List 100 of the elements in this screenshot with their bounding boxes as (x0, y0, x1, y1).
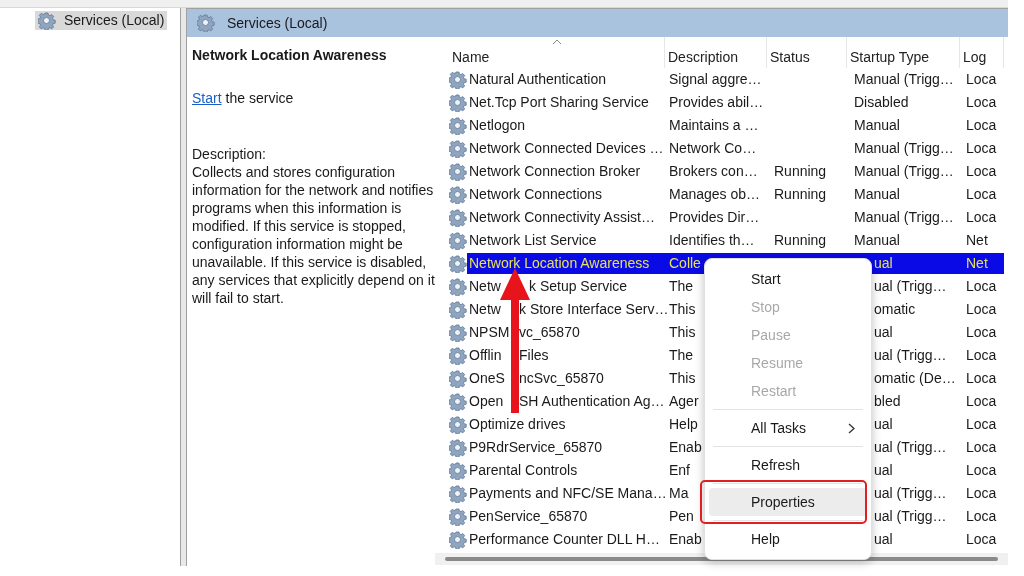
table-cell: The (669, 347, 694, 363)
service-name[interactable]: Network Location Awareness (467, 253, 665, 274)
table-cell: ual (Trigg… (874, 485, 947, 501)
service-name[interactable]: Network Connected Devices … (467, 138, 664, 159)
column-header[interactable]: Startup Type (847, 37, 960, 68)
table-cell: ual (874, 531, 893, 547)
gear-icon (38, 11, 56, 30)
menu-item[interactable]: All Tasks (709, 414, 867, 442)
chevron-right-icon (848, 422, 855, 434)
menu-item[interactable]: Properties (709, 488, 867, 516)
gear-icon (449, 530, 467, 549)
service-name[interactable]: Optimize drives (467, 414, 566, 435)
gear-icon (449, 415, 467, 434)
service-name[interactable]: Netw (469, 278, 501, 294)
table-cell: Manual (854, 186, 900, 202)
service-name[interactable]: Network List Service (467, 230, 597, 251)
service-name[interactable]: Net.Tcp Port Sharing Service (467, 92, 649, 113)
column-header[interactable]: Status (767, 37, 847, 68)
menu-item[interactable]: Start (709, 265, 867, 293)
tree-item[interactable]: Services (Local) (35, 11, 168, 30)
table-cell: Loca (966, 347, 997, 363)
column-header[interactable]: Log (960, 37, 1004, 68)
service-name[interactable]: Parental Controls (467, 460, 578, 481)
table-cell: Manages ob… (669, 186, 761, 202)
service-name[interactable]: Netw (469, 301, 501, 317)
service-name[interactable]: SH Authentication Ag… (519, 391, 665, 412)
panel-title: Services (Local) (227, 13, 328, 33)
table-cell: This (669, 301, 696, 317)
service-name[interactable]: Performance Counter DLL H… (467, 529, 660, 550)
table-cell: This (669, 324, 696, 340)
table-cell: Network Co… (669, 140, 757, 156)
gear-icon (449, 162, 467, 181)
table-cell: Maintains a … (669, 117, 759, 133)
table-cell: Net (966, 232, 988, 248)
service-name[interactable]: Open (469, 393, 504, 409)
pane-splitter[interactable] (180, 8, 187, 566)
table-cell: Loca (966, 71, 997, 87)
gear-icon (449, 369, 467, 388)
table-cell: Loca (966, 416, 997, 432)
table-cell: ual (Trigg… (874, 508, 947, 524)
table-cell: Enf (669, 462, 690, 478)
table-cell: ual (Trigg… (874, 278, 947, 294)
menu-item[interactable]: Refresh (709, 451, 867, 479)
gear-icon (449, 300, 467, 319)
service-name[interactable]: Payments and NFC/SE Mana… (467, 483, 667, 504)
table-cell: Loca (966, 209, 997, 225)
column-header[interactable]: Name (449, 37, 665, 68)
service-name[interactable]: Network Connectivity Assist… (467, 207, 655, 228)
table-cell: Loca (966, 531, 997, 547)
service-name[interactable]: Network Connection Broker (467, 161, 641, 182)
table-cell: Ma (669, 485, 689, 501)
service-name[interactable]: Netlogon (467, 115, 526, 136)
gear-icon (449, 93, 467, 112)
service-name[interactable]: ncSvc_65870 (519, 368, 604, 389)
gear-icon (449, 116, 467, 135)
table-cell: ual (874, 255, 893, 271)
gear-icon (197, 14, 215, 32)
gear-icon (449, 507, 467, 526)
table-cell: omatic (874, 301, 916, 317)
gear-icon (449, 70, 467, 89)
table-cell: Manual (Trigg… (854, 140, 954, 156)
table-cell: Loca (966, 508, 997, 524)
service-name[interactable]: PenService_65870 (467, 506, 588, 527)
table-cell: ual (Trigg… (874, 439, 947, 455)
description-label: Description: (192, 145, 267, 163)
menu-item[interactable]: Help (709, 525, 867, 553)
service-name[interactable]: vc_65870 (519, 322, 580, 343)
start-link[interactable]: Start (192, 88, 222, 109)
table-cell: ual (Trigg… (874, 347, 947, 363)
table-cell: Loca (966, 485, 997, 501)
table-cell: Loca (966, 163, 997, 179)
gear-icon (449, 346, 467, 365)
table-cell: Loca (966, 94, 997, 110)
service-name[interactable]: Natural Authentication (467, 69, 606, 90)
service-name[interactable]: OneS (469, 370, 505, 386)
table-cell: ual (874, 416, 893, 432)
service-name[interactable]: k Store Interface Serv… (519, 299, 669, 320)
table-cell: Loca (966, 117, 997, 133)
service-name[interactable]: NPSM (469, 324, 510, 340)
gear-icon (449, 484, 467, 503)
table-cell: Manual (Trigg… (854, 163, 954, 179)
table-cell: Loca (966, 462, 997, 478)
gear-icon (449, 323, 467, 342)
service-name[interactable]: Files (519, 345, 549, 366)
gear-icon (449, 254, 467, 273)
service-name[interactable]: P9RdrService_65870 (467, 437, 603, 458)
table-cell: Loca (966, 140, 997, 156)
table-cell: Loca (966, 301, 997, 317)
service-name[interactable]: Offlin (469, 347, 502, 363)
column-header[interactable]: Description (665, 37, 767, 68)
service-name[interactable]: k Setup Service (529, 276, 628, 297)
gear-icon (449, 438, 467, 457)
gear-icon (449, 208, 467, 227)
gear-icon (449, 392, 467, 411)
sort-caret-icon (551, 39, 562, 45)
gear-icon (449, 231, 467, 250)
table-cell: Ager (669, 393, 699, 409)
service-name[interactable]: Network Connections (467, 184, 603, 205)
table-cell: Provides abil… (669, 94, 764, 110)
table-cell: Loca (966, 278, 997, 294)
